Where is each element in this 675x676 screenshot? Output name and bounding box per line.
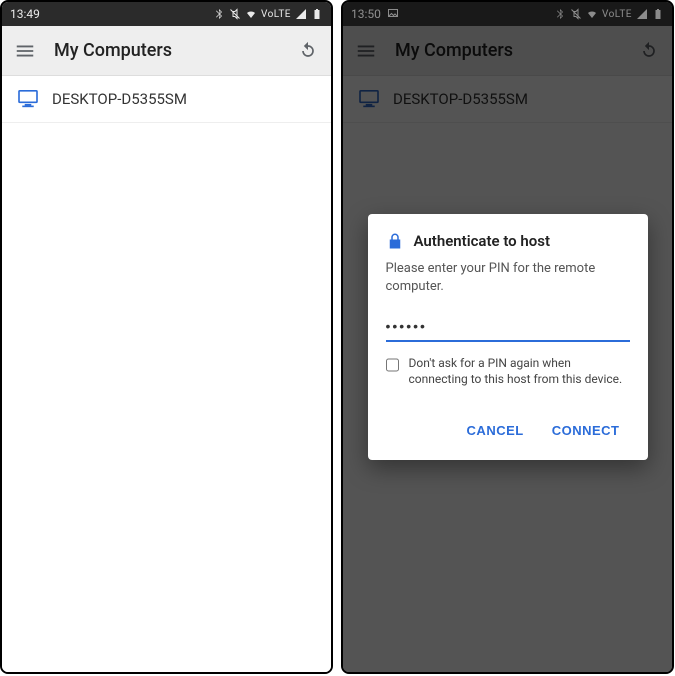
screen-content: My Computers DESKTOP-D5355SM	[2, 26, 331, 672]
dialog-body: Please enter your PIN for the remote com…	[386, 260, 630, 296]
monitor-icon	[18, 90, 38, 108]
hamburger-icon	[14, 40, 36, 62]
phone-screen-right: 13:50 VoLTE My Computers DESKTOP-D5355SM	[341, 0, 674, 674]
app-title: My Computers	[54, 40, 279, 61]
battery-icon	[311, 8, 323, 20]
net-label-icon: VoLTE	[261, 9, 291, 20]
computer-list-item[interactable]: DESKTOP-D5355SM	[2, 76, 331, 123]
signal-icon	[295, 8, 307, 20]
phone-screen-left: 13:49 VoLTE My Computers DESKTOP-D5355SM	[0, 0, 333, 674]
pin-input[interactable]	[386, 314, 630, 342]
app-bar: My Computers	[2, 26, 331, 76]
status-time: 13:49	[10, 7, 40, 21]
status-bar: 13:49 VoLTE	[2, 2, 331, 26]
computer-name: DESKTOP-D5355SM	[52, 90, 187, 108]
remember-pin-label: Don't ask for a PIN again when connectin…	[409, 356, 630, 387]
remember-pin-row[interactable]: Don't ask for a PIN again when connectin…	[386, 356, 630, 387]
refresh-button[interactable]	[297, 40, 319, 62]
refresh-icon	[298, 41, 318, 61]
auth-dialog: Authenticate to host Please enter your P…	[368, 214, 648, 461]
lock-icon	[386, 232, 404, 250]
cancel-button[interactable]: CANCEL	[463, 417, 528, 444]
mute-icon	[229, 8, 241, 20]
menu-button[interactable]	[14, 40, 36, 62]
bluetooth-icon	[213, 8, 225, 20]
modal-overlay[interactable]: Authenticate to host Please enter your P…	[343, 2, 672, 672]
remember-pin-checkbox[interactable]	[386, 357, 399, 373]
dialog-title: Authenticate to host	[414, 232, 551, 250]
status-right-cluster: VoLTE	[213, 8, 323, 20]
wifi-icon	[245, 8, 257, 20]
connect-button[interactable]: CONNECT	[548, 417, 624, 444]
